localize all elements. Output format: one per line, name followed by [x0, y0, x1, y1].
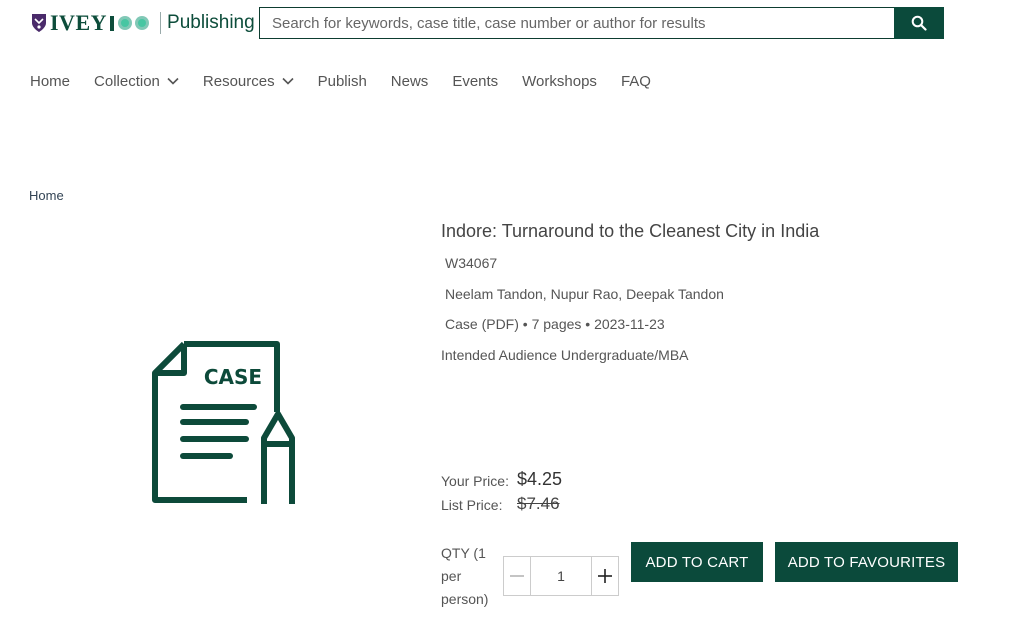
plus-icon [598, 569, 612, 583]
product-title: Indore: Turnaround to the Cleanest City … [441, 221, 820, 241]
main-nav: Home Collection Resources Publish News E… [30, 70, 675, 92]
case-document-icon: CASE [152, 341, 295, 504]
quantity-input[interactable] [531, 558, 591, 594]
case-icon-text: CASE [204, 365, 262, 389]
nav-item-label: Collection [94, 72, 160, 90]
qty-label: QTY (1 per person) [441, 545, 489, 607]
nav-item-label: Publish [317, 72, 367, 90]
decrement-button[interactable] [504, 557, 531, 595]
nav-item-workshops[interactable]: Workshops [522, 70, 597, 92]
logo-divider [160, 12, 162, 34]
product-code: W34067 [445, 255, 498, 271]
add-to-favourites-button[interactable]: ADD TO FAVOURITES [775, 542, 958, 582]
page: IVEY Publishing Home Collect [0, 0, 1024, 618]
product-authors: Neelam Tandon, Nupur Rao, Deepak Tandon [445, 286, 724, 302]
nav-item-events[interactable]: Events [452, 70, 498, 92]
list-price-value: $7.46 [517, 494, 560, 513]
search-button[interactable] [894, 7, 944, 39]
nav-item-label: FAQ [620, 72, 651, 90]
product-format: Case (PDF) • 7 pages • 2023-11-23 [445, 316, 665, 332]
increment-button[interactable] [591, 557, 618, 595]
logo-brand-text: IVEY [50, 10, 108, 35]
logo-100-mark [109, 13, 153, 33]
minus-icon [510, 575, 524, 577]
quantity-stepper [503, 556, 619, 596]
nav-item-news[interactable]: News [391, 70, 429, 92]
breadcrumb: Home [29, 188, 64, 203]
logo-publishing-text: Publishing [167, 12, 255, 33]
your-price-value: $4.25 [517, 469, 563, 489]
your-price-label: Your Price: [441, 473, 509, 489]
ivey-logo[interactable]: IVEY Publishing [31, 9, 255, 37]
nav-item-home[interactable]: Home [30, 70, 70, 92]
search-icon [911, 15, 927, 31]
nav-item-label: Resources [202, 72, 275, 90]
search-bar [259, 7, 944, 39]
nav-item-label: Workshops [522, 72, 597, 90]
crest-icon [32, 14, 46, 32]
nav-item-label: Events [452, 72, 499, 90]
add-to-cart-button[interactable]: ADD TO CART [631, 542, 763, 582]
nav-item-faq[interactable]: FAQ [621, 70, 651, 92]
nav-item-label: News [390, 72, 429, 90]
nav-item-collection[interactable]: Collection [94, 70, 179, 92]
breadcrumb-home-link[interactable]: Home [29, 188, 64, 203]
chevron-down-icon [167, 77, 179, 85]
product-audience: Intended Audience Undergraduate/MBA [441, 347, 689, 363]
chevron-down-icon [282, 77, 294, 85]
nav-item-resources[interactable]: Resources [203, 70, 294, 92]
centennial-mark-icon [110, 16, 150, 31]
nav-item-publish[interactable]: Publish [318, 70, 367, 92]
search-input[interactable] [259, 7, 894, 39]
nav-item-label: Home [30, 72, 71, 90]
list-price-label: List Price: [441, 497, 503, 513]
